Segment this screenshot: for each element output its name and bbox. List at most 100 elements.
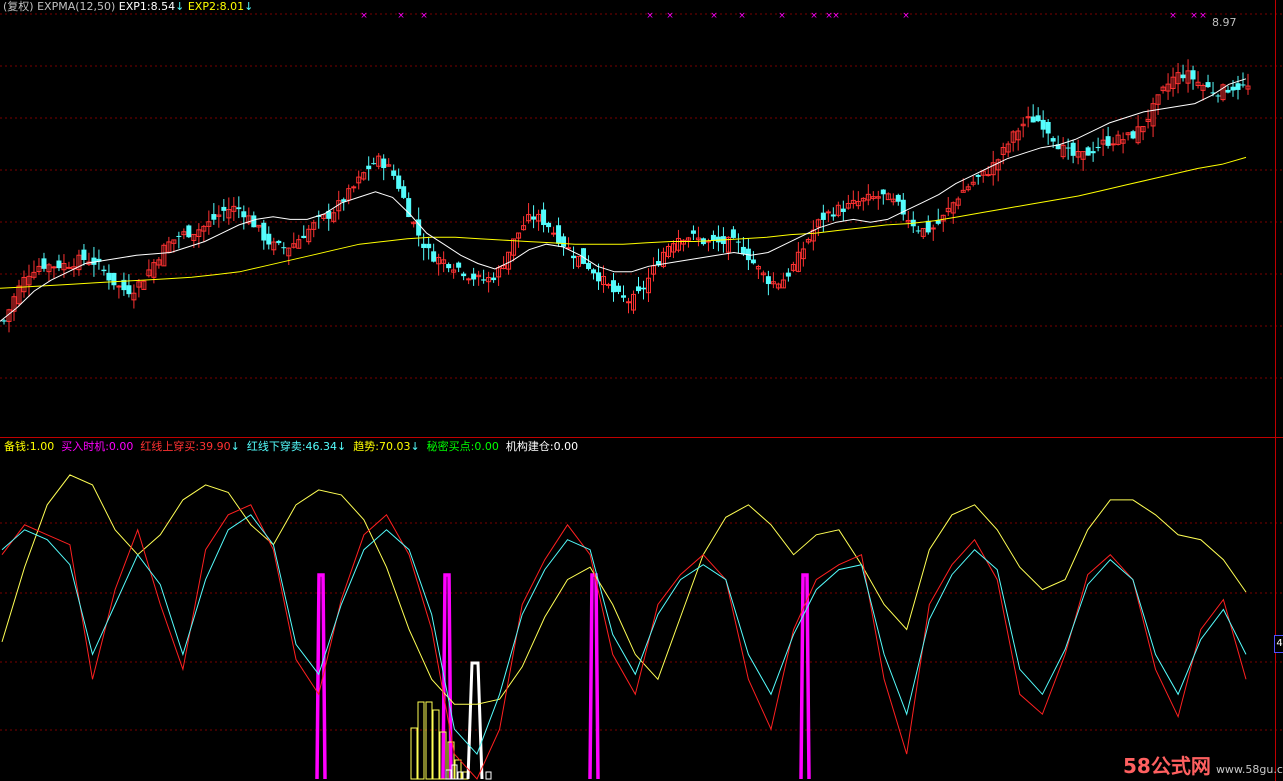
candle-body — [551, 232, 557, 235]
signal-marker: × — [360, 11, 368, 21]
red-cross-sell-line — [1, 514, 1247, 756]
candle-body — [221, 206, 227, 211]
candle-body — [925, 220, 931, 233]
candle-body — [351, 186, 357, 189]
candle-body — [66, 266, 72, 269]
high-price-label: 8.97 — [1212, 16, 1237, 29]
candle-body — [51, 266, 57, 269]
candle-body — [111, 272, 117, 286]
indicator-legend-item: 机构建仓:0.00 — [505, 440, 579, 453]
candle-body — [491, 277, 497, 281]
indicator-legend-item: 红线下穿卖:46.34 — [246, 440, 338, 453]
candle-body — [840, 208, 846, 212]
signal-marker: × — [778, 11, 786, 21]
candle-body — [236, 207, 242, 210]
candle-body — [915, 230, 921, 232]
signal-marker: × — [738, 11, 746, 21]
candle-body — [426, 243, 432, 249]
candle-body — [1190, 70, 1196, 80]
candle-body — [1180, 74, 1186, 79]
right-axis-marker: 4 — [1274, 635, 1283, 653]
down-arrow-icon: ↓ — [410, 440, 420, 453]
indicator-legend-item: 买入时机:0.00 — [61, 440, 134, 453]
institution-bar — [485, 771, 492, 780]
candle-body — [586, 262, 592, 269]
candle-body — [301, 235, 307, 239]
candle-body — [735, 241, 741, 243]
down-arrow-icon: ↓ — [244, 0, 254, 13]
signal-marker: × — [1190, 11, 1198, 21]
buy-signal-spike — [315, 573, 327, 780]
candle-body — [1045, 121, 1051, 134]
red-cross-buy-line — [1, 504, 1247, 780]
candle-body — [421, 243, 427, 248]
reserve-bar — [410, 727, 418, 780]
candle-body — [186, 225, 192, 238]
candle-body — [621, 295, 627, 298]
candle-body — [895, 194, 901, 202]
candle-body — [730, 229, 736, 238]
candle-body — [546, 222, 552, 228]
signal-marker: × — [1169, 11, 1177, 21]
candle-body — [1225, 89, 1231, 93]
candle-body — [1050, 138, 1056, 142]
candle-body — [281, 247, 287, 249]
candle-body — [1065, 147, 1071, 149]
candle-body — [126, 285, 132, 295]
candle-body — [116, 285, 122, 288]
indicator-header: 备钱:1.00 买入时机:0.00 红线上穿买:39.90↓ 红线下穿卖:46.… — [4, 440, 578, 454]
candle-body — [1240, 84, 1246, 86]
indicator-legend-item: 红线上穿买:39.90 — [140, 440, 231, 453]
candle-body — [81, 249, 87, 260]
candle-body — [625, 301, 631, 304]
candle-body — [41, 258, 47, 269]
candle-body — [715, 236, 721, 243]
candle-body — [1215, 95, 1221, 97]
candle-body — [91, 257, 97, 265]
candle-body — [985, 174, 991, 177]
top-header-item: EXP2:8.01 — [187, 0, 245, 13]
candle-body — [640, 287, 646, 290]
candle-body — [635, 286, 641, 292]
candle-body — [606, 283, 612, 286]
candle-body — [106, 272, 112, 281]
candle-body — [785, 272, 791, 277]
signal-marker: × — [666, 11, 674, 21]
candle-body — [176, 235, 182, 237]
candle-body — [481, 279, 487, 281]
candle-body — [531, 216, 537, 220]
candle-body — [431, 251, 437, 262]
stock-chart[interactable]: × × × × × × × × × × × × × × × — [0, 0, 1283, 781]
candle-body — [456, 262, 462, 268]
watermark-url: www.58gu.com — [1215, 763, 1283, 776]
candle-body — [266, 233, 272, 245]
candle-body — [1130, 131, 1136, 139]
watermark: 58公式网 www.58gu.com — [1123, 750, 1283, 779]
candle-body — [690, 230, 696, 234]
watermark-brand: 58公式网 — [1123, 754, 1211, 778]
candle-body — [740, 246, 746, 255]
exp1-line — [0, 78, 1247, 322]
candle-body — [1, 320, 7, 322]
candle-body — [561, 236, 567, 247]
candle-body — [880, 189, 886, 195]
candle-body — [211, 214, 217, 220]
signal-marker: × — [902, 11, 910, 21]
candle-body — [446, 264, 452, 269]
down-arrow-icon: ↓ — [230, 440, 240, 453]
signal-marker: × — [810, 11, 818, 21]
candle-body — [1070, 142, 1076, 156]
reserve-bar — [417, 701, 425, 780]
indicator-legend-item: 备钱:1.00 — [4, 440, 55, 453]
candle-body — [616, 285, 622, 292]
top-header: (复权) EXPMA(12,50) EXP1:8.54↓ EXP2:8.01↓ — [3, 0, 253, 14]
signal-marker: × — [646, 11, 654, 21]
candle-body — [541, 209, 547, 226]
signal-marker: × — [832, 11, 840, 21]
candle-body — [765, 276, 771, 285]
institution-bar — [466, 661, 484, 780]
candle-body — [466, 278, 472, 281]
candle-body — [396, 175, 402, 189]
candle-body — [1035, 115, 1041, 122]
down-arrow-icon: ↓ — [337, 440, 347, 453]
